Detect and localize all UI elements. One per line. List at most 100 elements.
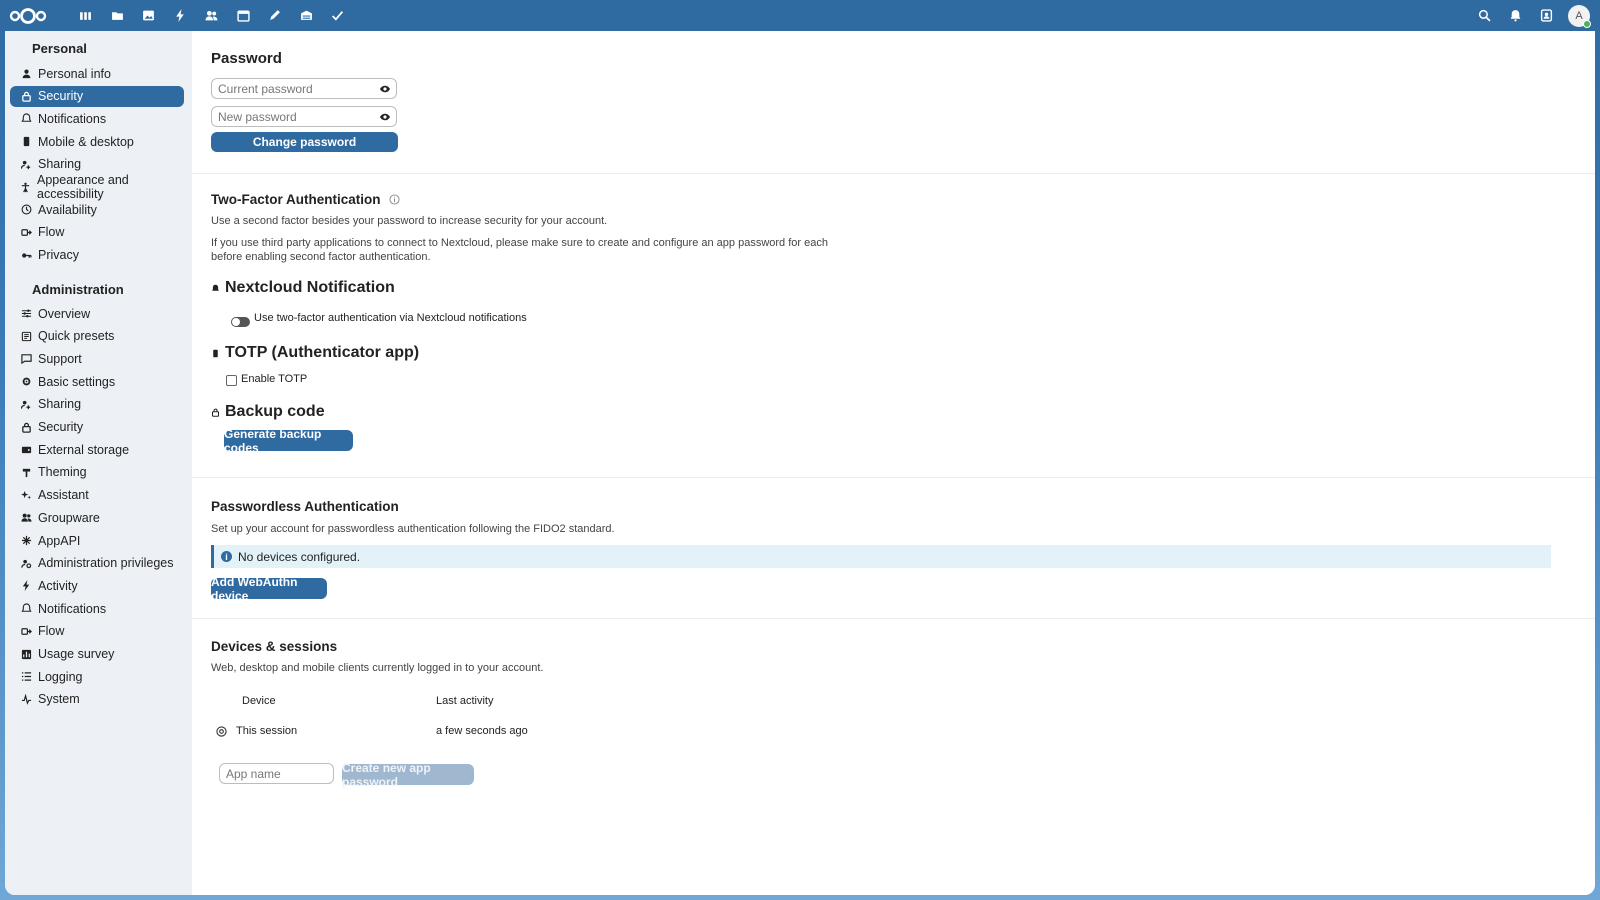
password-title: Password: [211, 50, 282, 67]
calendar-icon[interactable]: [228, 0, 260, 31]
sidebar-item-external-storage[interactable]: External storage: [10, 439, 184, 460]
avatar[interactable]: A: [1568, 4, 1591, 28]
sidebar-item-appapi[interactable]: AppAPI: [10, 530, 184, 551]
accessibility-icon: [20, 181, 31, 193]
notifications-icon[interactable]: [1500, 0, 1531, 31]
activity-icon[interactable]: [165, 0, 197, 31]
sidebar-item-activity[interactable]: Activity: [10, 575, 184, 596]
api-icon: [20, 535, 32, 547]
sidebar-item-label: Support: [38, 351, 82, 366]
sidebar-item-personal-info[interactable]: Personal info: [10, 63, 184, 84]
app-name-input[interactable]: App name: [219, 763, 334, 784]
sidebar-item-label: Privacy: [38, 248, 79, 263]
dashboard-icon[interactable]: [70, 0, 102, 31]
two-factor-note-line2: before enabling second factor authentica…: [211, 251, 431, 263]
sidebar-item-basic-settings[interactable]: Basic settings: [10, 371, 184, 392]
photos-icon[interactable]: [133, 0, 165, 31]
chat-icon: [20, 353, 32, 365]
share-icon: [20, 398, 32, 410]
devices-sessions-description: Web, desktop and mobile clients currentl…: [211, 662, 544, 674]
sidebar-item-logging[interactable]: Logging: [10, 666, 184, 687]
show-new-password-icon[interactable]: [379, 111, 391, 123]
contacts-menu-icon[interactable]: [1531, 0, 1562, 31]
deck-icon[interactable]: [291, 0, 323, 31]
sparkle-icon: [20, 489, 32, 501]
search-icon[interactable]: [1469, 0, 1500, 31]
sidebar-item-groupware[interactable]: Groupware: [10, 507, 184, 528]
sidebar-item-label: Quick presets: [38, 329, 115, 344]
sidebar-item-flow[interactable]: Flow: [10, 222, 184, 243]
sidebar-item-label: Activity: [38, 578, 78, 593]
backup-code-title: Backup code: [225, 403, 325, 420]
sidebar-item-usage-survey[interactable]: Usage survey: [10, 644, 184, 665]
personal-section-title: Personal: [32, 41, 87, 56]
sidebar-item-appearance-and-accessibility[interactable]: Appearance and accessibility: [10, 173, 184, 201]
sidebar-item-sharing[interactable]: Sharing: [10, 394, 184, 415]
sidebar-item-label: Overview: [38, 306, 91, 321]
sidebar-item-system[interactable]: System: [10, 689, 184, 710]
device-column-header[interactable]: Device: [242, 693, 276, 710]
sidebar-item-assistant[interactable]: Assistant: [10, 485, 184, 506]
change-password-button[interactable]: Change password: [211, 132, 398, 152]
contacts-icon[interactable]: [196, 0, 228, 31]
info-icon[interactable]: [388, 194, 400, 205]
status-dot: [1583, 19, 1591, 28]
sidebar-item-label: Theming: [38, 465, 87, 480]
settings-content: Password Current password New password C…: [192, 31, 1595, 895]
notes-icon[interactable]: [259, 0, 291, 31]
last-activity-column-header[interactable]: Last activity: [436, 693, 493, 710]
sidebar-item-security[interactable]: Security: [10, 85, 184, 107]
session-last-activity: a few seconds ago: [436, 725, 528, 737]
sidebar-item-label: Flow: [38, 225, 65, 240]
sidebar-item-label: Flow: [38, 624, 65, 639]
sidebar-item-label: Appearance and accessibility: [37, 173, 129, 201]
divider: [192, 618, 1595, 619]
show-password-icon[interactable]: [379, 83, 391, 95]
files-icon[interactable]: [102, 0, 134, 31]
nextcloud-notification-toggle[interactable]: [231, 317, 250, 327]
nextcloud-logo[interactable]: [9, 6, 49, 26]
sidebar-item-notifications[interactable]: Notifications: [10, 598, 184, 619]
enable-totp-checkbox[interactable]: [226, 375, 237, 386]
new-password-field[interactable]: New password: [211, 106, 397, 127]
sidebar-item-notifications[interactable]: Notifications: [10, 108, 184, 129]
sidebar-item-label: Security: [38, 89, 84, 104]
tasks-icon[interactable]: [322, 0, 354, 31]
sidebar-item-security[interactable]: Security: [10, 417, 184, 438]
sidebar-item-label: Assistant: [38, 488, 89, 503]
sidebar-item-administration-privileges[interactable]: Administration privileges: [10, 553, 184, 574]
sidebar-item-quick-presets[interactable]: Quick presets: [10, 326, 184, 347]
sidebar-item-label: Usage survey: [38, 647, 115, 661]
lock-icon: [20, 90, 32, 102]
current-password-placeholder: Current password: [218, 81, 313, 96]
new-password-placeholder: New password: [218, 109, 297, 124]
sidebar-item-sharing[interactable]: Sharing: [10, 154, 184, 175]
sidebar-item-theming[interactable]: Theming: [10, 462, 184, 483]
enable-totp-label[interactable]: Enable TOTP: [241, 371, 307, 388]
passwordless-description: Set up your account for passwordless aut…: [211, 523, 615, 535]
two-factor-heading: Two-Factor Authentication: [211, 192, 400, 207]
sidebar-item-availability[interactable]: Availability: [10, 199, 184, 220]
nextcloud-notification-toggle-label[interactable]: Use two-factor authentication via Nextcl…: [254, 310, 527, 327]
sidebar-item-support[interactable]: Support: [10, 348, 184, 369]
totp-heading: TOTP (Authenticator app): [211, 344, 419, 362]
totp-title: TOTP (Authenticator app): [225, 344, 420, 361]
generate-backup-codes-button[interactable]: Generate backup codes: [224, 427, 353, 455]
bolt-icon: [20, 580, 32, 592]
sidebar-item-mobile-desktop[interactable]: Mobile & desktop: [10, 131, 184, 152]
sidebar-item-privacy[interactable]: Privacy: [10, 245, 184, 266]
sidebar-item-flow[interactable]: Flow: [10, 621, 184, 642]
current-password-field[interactable]: Current password: [211, 78, 397, 99]
list-icon: [20, 671, 32, 683]
sidebar-item-label: Logging: [38, 669, 83, 684]
brush-icon: [20, 466, 32, 478]
backup-code-heading: Backup code: [211, 403, 325, 421]
flow-icon: [20, 625, 32, 637]
sidebar-item-overview[interactable]: Overview: [10, 303, 184, 324]
sidebar-item-label: Mobile & desktop: [38, 134, 134, 149]
nextcloud-notification-title: Nextcloud Notification: [225, 279, 395, 296]
group-icon: [20, 512, 32, 524]
create-app-password-button[interactable]: Create new app password: [342, 761, 474, 789]
add-webauthn-device-button[interactable]: Add WebAuthn device: [211, 575, 327, 603]
bell-icon: [212, 284, 219, 291]
